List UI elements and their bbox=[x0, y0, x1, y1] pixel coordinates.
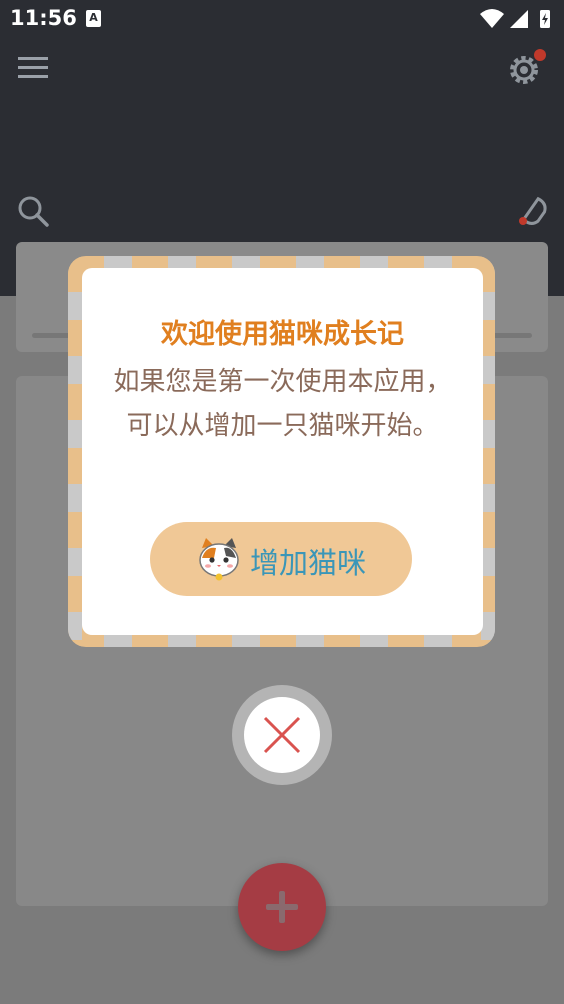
add-cat-button[interactable]: 增加猫咪 bbox=[150, 522, 412, 596]
status-icons bbox=[480, 9, 550, 28]
status-bar: 11:56 A bbox=[0, 0, 564, 38]
close-dialog-button[interactable] bbox=[232, 685, 332, 785]
gear-icon[interactable] bbox=[508, 48, 548, 88]
add-cat-label: 增加猫咪 bbox=[250, 548, 367, 580]
add-fab-button[interactable] bbox=[238, 863, 326, 951]
notification-badge: A bbox=[86, 10, 101, 27]
wifi-icon bbox=[480, 9, 504, 28]
cellular-icon bbox=[510, 10, 528, 28]
close-icon bbox=[263, 716, 301, 754]
hamburger-menu-icon[interactable] bbox=[18, 54, 48, 82]
notification-dot bbox=[534, 49, 546, 61]
cat-face-icon bbox=[199, 538, 239, 581]
status-time: 11:56 bbox=[10, 6, 77, 30]
dialog-title: 欢迎使用猫咪成长记 bbox=[161, 319, 404, 350]
welcome-dialog: 欢迎使用猫咪成长记 如果您是第一次使用本应用，可以从增加一只猫咪开始。 增加猫咪 bbox=[82, 268, 483, 635]
search-icon[interactable] bbox=[16, 194, 50, 228]
bell-icon[interactable] bbox=[514, 192, 550, 228]
plus-icon bbox=[266, 891, 298, 923]
dialog-message: 如果您是第一次使用本应用，可以从增加一只猫咪开始。 bbox=[113, 367, 452, 441]
